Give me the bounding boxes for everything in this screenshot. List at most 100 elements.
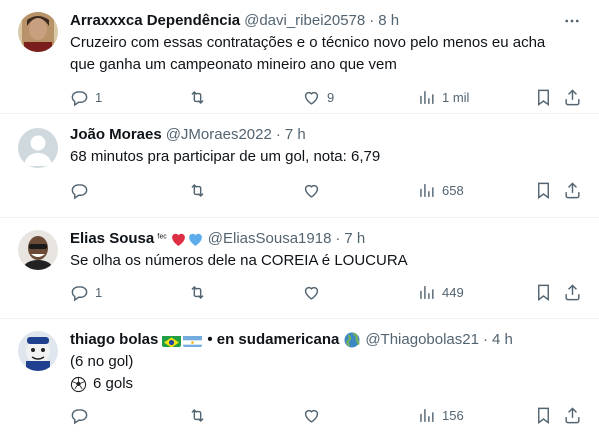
views-icon (420, 90, 434, 104)
like-button[interactable] (302, 406, 327, 425)
author-name[interactable]: Arraxxxca Dependência (70, 10, 240, 32)
like-icon (304, 409, 319, 423)
author-handle[interactable]: @Thiagobolas21 (365, 329, 479, 351)
tweet-text: (6 no gol) 6 gols (70, 351, 557, 395)
author-handle[interactable]: @EliasSousa1918 (208, 228, 332, 250)
bookmark-icon (538, 407, 549, 424)
tweet-text: Se olha os números dele na COREIA é LOUC… (70, 250, 557, 272)
views-icon (420, 183, 434, 197)
share-icon (565, 181, 580, 198)
blue-heart-icon (188, 233, 202, 246)
retweet-button[interactable] (188, 181, 213, 200)
share-button[interactable] (563, 283, 582, 302)
tweet[interactable]: Arraxxxca Dependência @davi_ribei20578 ·… (0, 0, 599, 114)
share-icon (565, 406, 580, 423)
views-button[interactable]: 1 mil (417, 88, 469, 107)
author-name-suffix[interactable]: • en sudamericana (207, 329, 339, 351)
timestamp[interactable]: 4 h (492, 329, 513, 351)
author-name[interactable]: João Moraes (70, 124, 162, 146)
name-badge: ᶠᵉᶜ (157, 233, 167, 244)
avatar[interactable] (18, 331, 58, 371)
bookmark-icon (538, 284, 549, 301)
avatar[interactable] (18, 12, 58, 52)
bookmark-button[interactable] (534, 406, 553, 425)
tweet-text: 68 minutos pra participar de um gol, not… (70, 146, 557, 168)
timestamp[interactable]: 7 h (344, 228, 365, 250)
tweet-actions: 1 449 (70, 274, 583, 310)
reply-button[interactable] (70, 181, 95, 200)
bookmark-icon (538, 89, 549, 106)
share-button[interactable] (563, 406, 582, 425)
tweet-text: Cruzeiro com essas contratações e o técn… (70, 32, 557, 76)
author-name[interactable]: Elias Sousa (70, 228, 154, 250)
retweet-button[interactable] (188, 88, 213, 107)
reply-icon (71, 90, 88, 106)
tweet-actions: 156 (70, 397, 583, 433)
views-button[interactable]: 658 (417, 181, 464, 200)
retweet-icon (191, 90, 204, 104)
author-handle[interactable]: @davi_ribei20578 (244, 10, 365, 32)
globe-icon (344, 332, 360, 348)
tweet-text-line: que ganha um campeonato mineiro ano que … (70, 56, 397, 73)
separator: · (482, 331, 488, 348)
views-icon (420, 285, 434, 299)
tweet-actions: 1 9 1 mil (70, 79, 583, 115)
soccer-ball-icon (70, 376, 87, 392)
reply-icon (71, 285, 88, 301)
views-count: 658 (442, 182, 464, 198)
reply-icon (71, 183, 88, 199)
timestamp[interactable]: 7 h (285, 124, 306, 146)
more-icon[interactable] (563, 12, 581, 30)
separator: · (369, 12, 375, 29)
bookmark-button[interactable] (534, 88, 553, 107)
bookmark-button[interactable] (534, 283, 553, 302)
like-button[interactable] (302, 283, 327, 302)
reply-count: 1 (95, 89, 103, 105)
red-heart-icon (171, 233, 185, 246)
author-handle[interactable]: @JMoraes2022 (166, 124, 272, 146)
views-count: 449 (442, 284, 464, 300)
tweet-text-line: 68 minutos pra participar de um gol, not… (70, 148, 381, 165)
retweet-icon (191, 408, 204, 422)
like-button[interactable] (302, 181, 327, 200)
tweet-text-line: Se olha os números dele na COREIA é LOUC… (70, 252, 408, 269)
author-name[interactable]: thiago bolas (70, 329, 158, 351)
views-button[interactable]: 449 (417, 283, 464, 302)
tweet[interactable]: Elias Sousa ᶠᵉᶜ @EliasSousa1918 · 7 h Se… (0, 218, 599, 319)
timestamp[interactable]: 8 h (378, 10, 399, 32)
separator: · (335, 230, 341, 247)
like-button[interactable]: 9 (302, 88, 334, 107)
reply-icon (71, 408, 88, 424)
tweet-feed: Arraxxxca Dependência @davi_ribei20578 ·… (0, 0, 599, 437)
reply-button[interactable] (70, 406, 95, 425)
tweet-text-line-with-emoji: 6 gols (70, 373, 557, 395)
retweet-button[interactable] (188, 283, 213, 302)
bookmark-button[interactable] (534, 181, 553, 200)
reply-button[interactable]: 1 (70, 88, 102, 107)
tweet-text-line: Cruzeiro com essas contratações e o técn… (70, 34, 546, 51)
tweet-actions: 658 (70, 172, 583, 208)
like-icon (304, 286, 319, 300)
tweet-text-line: 6 gols (93, 375, 134, 392)
views-count: 156 (442, 407, 464, 423)
share-icon (565, 88, 580, 105)
reply-button[interactable]: 1 (70, 283, 102, 302)
argentina-flag-icon (183, 334, 203, 347)
views-icon (420, 408, 434, 422)
tweet[interactable]: João Moraes @JMoraes2022 · 7 h 68 minuto… (0, 114, 599, 218)
reply-count: 1 (95, 284, 103, 300)
retweet-button[interactable] (188, 406, 213, 425)
views-count: 1 mil (442, 89, 470, 105)
like-icon (304, 184, 319, 198)
brazil-flag-icon (162, 334, 182, 347)
avatar[interactable] (18, 230, 58, 270)
share-button[interactable] (563, 181, 582, 200)
share-icon (565, 283, 580, 300)
avatar[interactable] (18, 128, 58, 168)
separator: · (275, 126, 281, 143)
tweet[interactable]: thiago bolas • en sudamericana @Thiagobo… (0, 319, 599, 437)
views-button[interactable]: 156 (417, 406, 464, 425)
retweet-icon (191, 183, 204, 197)
share-button[interactable] (563, 88, 582, 107)
like-count: 9 (327, 89, 335, 105)
